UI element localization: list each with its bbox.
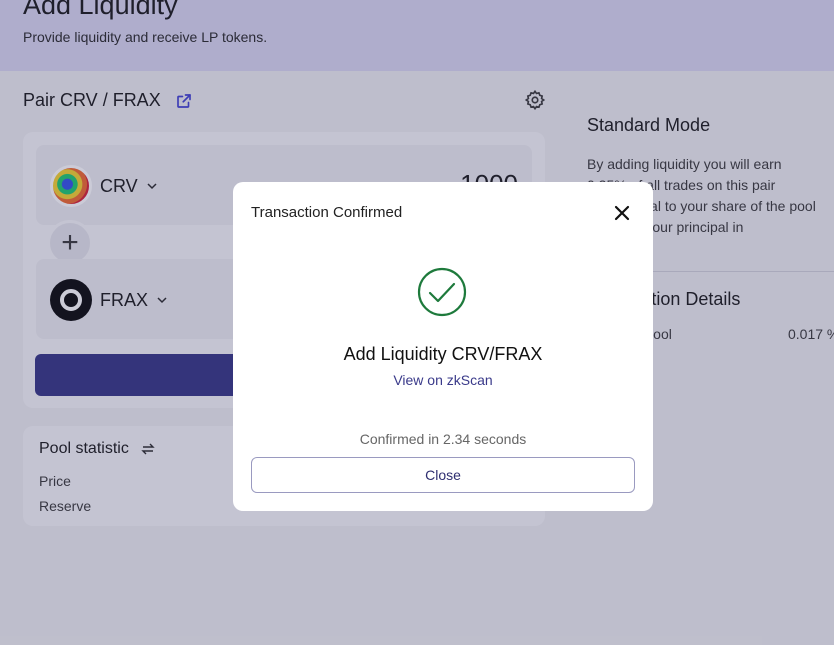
confirmed-time: Confirmed in 2.34 seconds	[359, 431, 527, 447]
view-on-zkscan-link-wrap: View on zkScan	[233, 372, 653, 388]
transaction-confirmed-modal: Transaction Confirmed Add Liquidity CRV/…	[233, 182, 653, 511]
view-on-zkscan-link[interactable]: View on zkScan	[393, 372, 492, 388]
modal-heading: Add Liquidity CRV/FRAX	[343, 344, 543, 364]
modal-title: Transaction Confirmed	[251, 204, 403, 221]
close-button[interactable]: Close	[251, 457, 635, 493]
check-circle-icon	[417, 267, 467, 317]
close-icon[interactable]	[612, 203, 632, 223]
